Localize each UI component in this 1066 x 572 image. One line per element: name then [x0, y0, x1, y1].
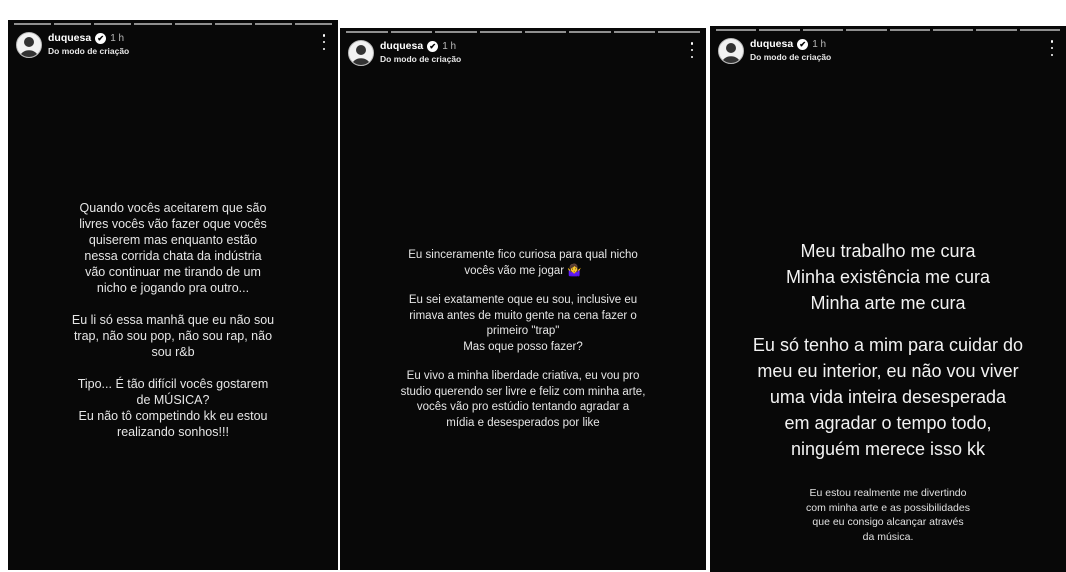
story-panel-3[interactable]: duquesa ✔ 1 h Do modo de criação Meu tra…: [710, 26, 1066, 572]
story-text: Quando vocês aceitarem que são livres vo…: [8, 200, 338, 440]
progress-segment: [716, 29, 757, 31]
progress-segment: [54, 23, 92, 25]
verified-badge-icon: ✔: [427, 40, 439, 52]
story-paragraph: Quando vocês aceitarem que são livres vo…: [79, 201, 267, 295]
story-subtitle: Do modo de criação: [750, 52, 832, 62]
progress-segment: [174, 23, 212, 25]
progress-segment: [759, 29, 800, 31]
username[interactable]: duquesa: [48, 32, 91, 44]
story-paragraph: Eu estou realmente me divertindo com min…: [805, 487, 970, 543]
story-paragraph: Tipo... É tão difícil vocês gostarem de …: [77, 377, 269, 439]
progress-segment: [976, 29, 1017, 31]
progress-segment: [390, 31, 433, 33]
progress-segment: [658, 31, 700, 33]
story-progress-bar: [716, 29, 1060, 31]
more-options-icon[interactable]: [1048, 40, 1056, 56]
username[interactable]: duquesa: [750, 38, 793, 50]
progress-segment: [435, 31, 477, 33]
post-time: 1 h: [110, 32, 125, 44]
story-panel-2[interactable]: duquesa ✔ 1 h Do modo de criação Eu sinc…: [340, 28, 706, 570]
story-progress-bar: [14, 23, 332, 25]
progress-segment: [214, 23, 252, 25]
story-header: duquesa ✔ 1 h Do modo de criação: [346, 38, 700, 68]
avatar[interactable]: [16, 32, 42, 58]
progress-segment: [294, 23, 332, 25]
story-header: duquesa ✔ 1 h Do modo de criação: [716, 36, 1060, 66]
more-options-icon[interactable]: [320, 34, 328, 50]
story-paragraph: Eu sei exatamente oque eu sou, inclusive…: [408, 294, 638, 353]
verified-badge-icon: ✔: [797, 38, 809, 50]
progress-segment: [134, 23, 172, 25]
avatar[interactable]: [718, 38, 744, 64]
progress-segment: [569, 31, 611, 33]
progress-segment: [524, 31, 567, 33]
verified-badge-icon: ✔: [95, 32, 107, 44]
progress-segment: [94, 23, 132, 25]
progress-segment: [346, 31, 388, 33]
progress-segment: [846, 29, 887, 31]
story-subtitle: Do modo de criação: [380, 54, 462, 64]
story-progress-bar: [346, 31, 700, 33]
progress-segment: [14, 23, 52, 25]
story-paragraph: Eu vivo a minha liberdade criativa, eu v…: [400, 370, 646, 429]
story-paragraph: Meu trabalho me cura Minha existência me…: [785, 241, 991, 313]
username[interactable]: duquesa: [380, 40, 423, 52]
story-text: Eu estou realmente me divertindo com min…: [710, 486, 1066, 544]
story-heading-text: Eu só tenho a mim para cuidar do meu eu …: [710, 332, 1066, 462]
story-header: duquesa ✔ 1 h Do modo de criação: [14, 30, 332, 60]
progress-segment: [932, 29, 974, 31]
progress-segment: [613, 31, 656, 33]
story-paragraph: Eu só tenho a mim para cuidar do meu eu …: [752, 335, 1024, 459]
progress-segment: [889, 29, 930, 31]
story-paragraph: Eu li só essa manhã que eu não sou trap,…: [71, 313, 275, 359]
story-heading-text: Meu trabalho me cura Minha existência me…: [710, 238, 1066, 316]
progress-segment: [479, 31, 522, 33]
story-paragraph: Eu sinceramente fico curiosa para qual n…: [408, 249, 638, 277]
story-subtitle: Do modo de criação: [48, 46, 130, 56]
story-panel-1[interactable]: duquesa ✔ 1 h Do modo de criação Quando …: [8, 20, 338, 570]
progress-segment: [802, 29, 844, 31]
post-time: 1 h: [442, 40, 457, 52]
progress-segment: [254, 23, 292, 25]
progress-segment: [1019, 29, 1060, 31]
post-time: 1 h: [812, 38, 827, 50]
avatar[interactable]: [348, 40, 374, 66]
more-options-icon[interactable]: [688, 42, 696, 58]
story-text: Eu sinceramente fico curiosa para qual n…: [340, 248, 706, 431]
